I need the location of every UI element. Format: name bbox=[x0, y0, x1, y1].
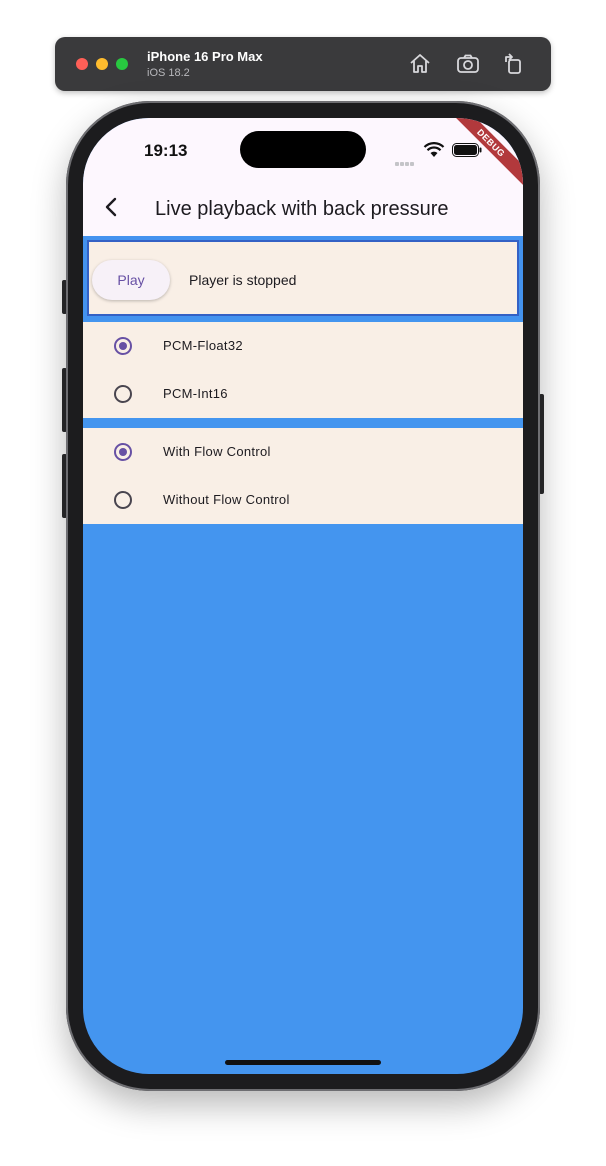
player-tile: Play Player is stopped bbox=[83, 236, 523, 320]
home-indicator[interactable] bbox=[225, 1060, 381, 1065]
simulator-stage: iPhone 16 Pro Max iOS 18.2 19:13 DEBUG L… bbox=[0, 0, 606, 1166]
wifi-icon bbox=[423, 142, 445, 157]
cellular-signal-icon bbox=[395, 153, 415, 171]
radio-item-pcm-float32[interactable]: PCM-Float32 bbox=[83, 322, 523, 370]
close-window-button[interactable] bbox=[76, 58, 88, 70]
flow-control-radio-group: With Flow Control Without Flow Control bbox=[83, 428, 523, 524]
app-header: 19:13 DEBUG Live playback with back pres… bbox=[83, 118, 523, 236]
device-name: iPhone 16 Pro Max bbox=[147, 49, 263, 64]
rotate-button[interactable] bbox=[501, 51, 527, 77]
home-icon bbox=[410, 54, 430, 73]
chevron-left-icon bbox=[105, 197, 117, 217]
radio-selected-icon[interactable] bbox=[114, 337, 132, 355]
radio-label: Without Flow Control bbox=[163, 492, 290, 507]
dynamic-island bbox=[240, 131, 366, 168]
radio-label: PCM-Float32 bbox=[163, 338, 243, 353]
radio-item-without-flow-control[interactable]: Without Flow Control bbox=[83, 476, 523, 524]
zoom-window-button[interactable] bbox=[116, 58, 128, 70]
radio-label: PCM-Int16 bbox=[163, 386, 228, 401]
player-status: Player is stopped bbox=[189, 272, 297, 288]
rotate-icon bbox=[505, 53, 521, 74]
screenshot-button[interactable] bbox=[455, 51, 481, 77]
radio-selected-icon[interactable] bbox=[114, 443, 132, 461]
radio-unselected-icon[interactable] bbox=[114, 491, 132, 509]
status-time: 19:13 bbox=[144, 141, 188, 160]
battery-icon bbox=[452, 143, 482, 157]
radio-item-with-flow-control[interactable]: With Flow Control bbox=[83, 428, 523, 476]
play-button[interactable]: Play bbox=[92, 260, 170, 300]
home-button[interactable] bbox=[407, 51, 433, 77]
camera-icon bbox=[457, 54, 479, 73]
format-radio-group: PCM-Float32 PCM-Int16 bbox=[83, 322, 523, 418]
radio-label: With Flow Control bbox=[163, 444, 271, 459]
phone-screen: 19:13 DEBUG Live playback with back pres… bbox=[83, 118, 523, 1074]
back-button[interactable] bbox=[101, 196, 123, 218]
minimize-window-button[interactable] bbox=[96, 58, 108, 70]
os-version: iOS 18.2 bbox=[147, 67, 190, 79]
radio-item-pcm-int16[interactable]: PCM-Int16 bbox=[83, 370, 523, 418]
simulator-title-bar: iPhone 16 Pro Max iOS 18.2 bbox=[55, 37, 551, 91]
radio-unselected-icon[interactable] bbox=[114, 385, 132, 403]
page-title: Live playback with back pressure bbox=[155, 198, 449, 220]
